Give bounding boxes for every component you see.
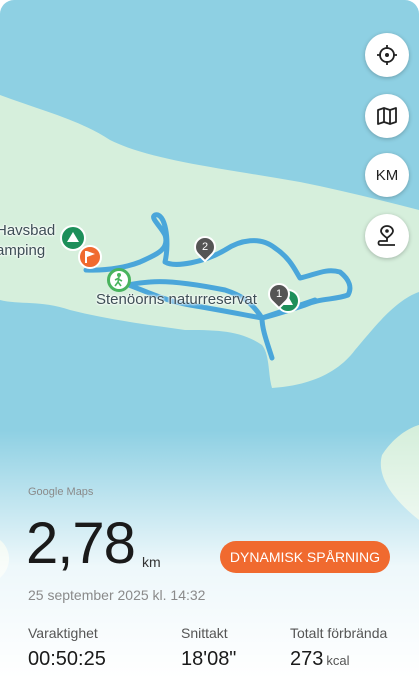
activity-summary-panel: Google Maps 2,78 km DYNAMISK SPÅRNING 25… <box>0 470 419 678</box>
start-walker-marker[interactable] <box>107 268 131 292</box>
flag-icon <box>85 251 95 263</box>
units-label: KM <box>375 166 399 184</box>
route-button[interactable] <box>365 214 409 258</box>
map-icon <box>377 107 397 125</box>
tent-icon <box>67 232 79 242</box>
pace-label: Snittakt <box>181 625 228 641</box>
distance-unit: km <box>142 554 161 570</box>
duration-value: 00:50:25 <box>28 648 106 670</box>
duration-label: Varaktighet <box>28 625 98 641</box>
locate-button[interactable] <box>365 33 409 77</box>
pace-value: 18'08" <box>181 648 237 670</box>
calories-value: 273 <box>290 648 324 670</box>
waypoint-2-label: 2 <box>201 241 209 253</box>
units-button[interactable]: KM <box>365 153 409 197</box>
waypoint-1-label: 1 <box>275 288 283 300</box>
calories-label: Totalt förbrända <box>290 625 388 641</box>
walker-icon <box>114 273 123 287</box>
map-layers-button[interactable] <box>365 94 409 138</box>
route-icon <box>377 225 395 246</box>
distance-value: 2,78 <box>26 511 136 576</box>
dynamic-tracking-button[interactable]: DYNAMISK SPÅRNING <box>220 541 390 573</box>
map-attribution: Google Maps <box>28 486 94 498</box>
camping-label-line2: amping <box>0 242 46 259</box>
calories-stat: 273 kcal <box>290 648 350 671</box>
activity-date: 25 september 2025 kl. 14:32 <box>28 587 206 603</box>
camping-label-line1: Havsbad <box>0 222 56 239</box>
calories-unit: kcal <box>326 653 350 668</box>
crosshair-icon <box>377 45 397 65</box>
finish-flag-marker[interactable] <box>78 245 102 269</box>
